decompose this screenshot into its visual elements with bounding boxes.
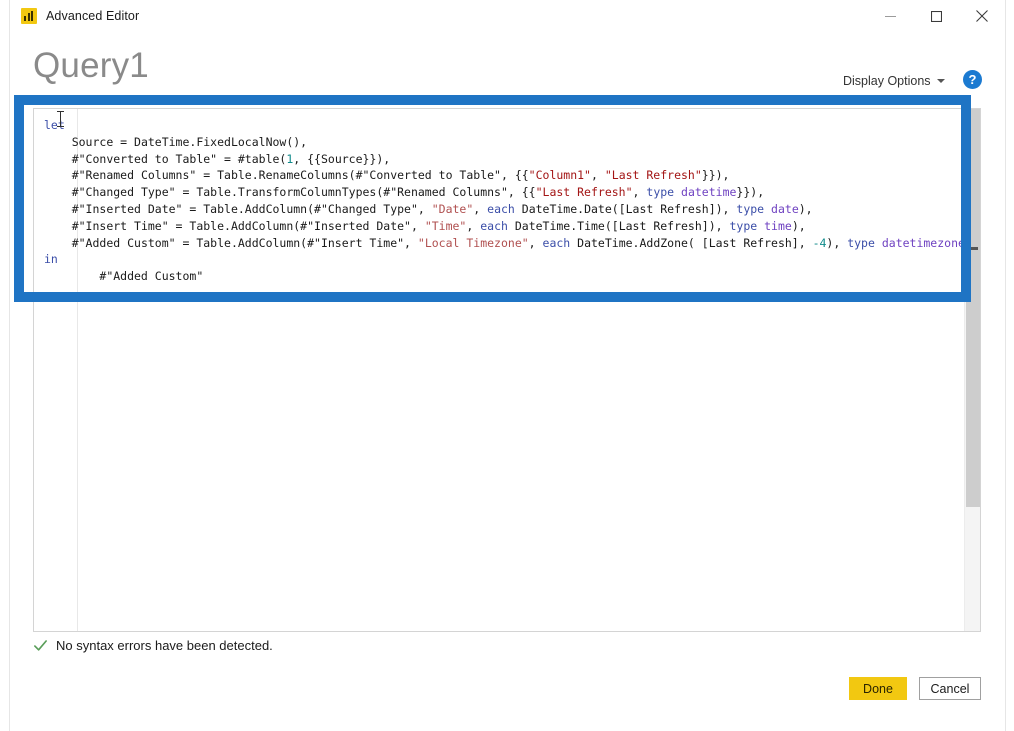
display-options-label: Display Options bbox=[843, 74, 931, 88]
cancel-button[interactable]: Cancel bbox=[919, 677, 981, 700]
code-token-str2: "Time" bbox=[424, 218, 467, 233]
minimize-icon bbox=[884, 15, 896, 17]
editor-scrollbar-thumb[interactable] bbox=[966, 109, 980, 507]
editor-scrollbar[interactable] bbox=[964, 109, 980, 631]
minimize-button[interactable] bbox=[867, 0, 913, 32]
code-line: #"Inserted Date" = Table.AddColumn(#"Cha… bbox=[71, 201, 813, 216]
code-line: #"Insert Time" = Table.AddColumn(#"Inser… bbox=[71, 218, 806, 233]
chevron-down-icon bbox=[936, 79, 945, 83]
syntax-status: No syntax errors have been detected. bbox=[33, 638, 273, 653]
code-token-kw: each bbox=[487, 201, 515, 216]
page-title: Query1 bbox=[33, 46, 149, 85]
code-token-kw: type bbox=[729, 218, 758, 233]
code-token-type: datetime bbox=[681, 185, 737, 200]
code-token-kw: type bbox=[736, 201, 765, 216]
code-token-str: "Column1" bbox=[528, 168, 591, 183]
window-title: Advanced Editor bbox=[46, 9, 140, 23]
maximize-button[interactable] bbox=[913, 0, 959, 32]
close-icon bbox=[976, 10, 988, 22]
code-token-kw: type bbox=[646, 185, 675, 200]
maximize-icon bbox=[930, 10, 942, 22]
code-token-kw: each bbox=[542, 235, 571, 250]
code-line: #"Renamed Columns" = Table.RenameColumns… bbox=[71, 168, 730, 183]
scrollbar-grip bbox=[969, 247, 978, 250]
code-token-kw: type bbox=[847, 235, 875, 250]
code-content[interactable]: let Source = DateTime.FixedLocalNow(), #… bbox=[44, 117, 979, 285]
close-button[interactable] bbox=[959, 0, 1005, 32]
advanced-editor-window: Advanced Editor Query1 Display Options ?… bbox=[0, 0, 1014, 731]
code-token-str: "Last Refresh" bbox=[604, 168, 702, 183]
done-button[interactable]: Done bbox=[849, 677, 907, 700]
display-options-dropdown[interactable]: Display Options bbox=[843, 74, 945, 88]
syntax-status-text: No syntax errors have been detected. bbox=[56, 638, 273, 653]
code-line: #"Converted to Table" = #table(1, {{Sour… bbox=[71, 151, 391, 166]
code-token-num: 1 bbox=[286, 151, 294, 166]
code-line: #"Added Custom" bbox=[99, 269, 204, 284]
power-bi-bar-chart-icon bbox=[21, 8, 37, 24]
code-line: let bbox=[44, 117, 979, 134]
code-token-kw: in bbox=[44, 252, 58, 267]
code-token-str2: "Local Timezone" bbox=[417, 235, 529, 250]
code-token-str2: "Date" bbox=[431, 201, 474, 216]
checkmark-icon bbox=[34, 640, 47, 651]
code-line: Source = DateTime.FixedLocalNow(), bbox=[71, 134, 308, 149]
window-right-edge bbox=[1005, 0, 1006, 731]
code-line: in bbox=[44, 251, 979, 268]
code-token-str: "Last Refresh" bbox=[535, 185, 633, 200]
code-token-num: -4 bbox=[812, 235, 827, 250]
code-token-kw: let bbox=[44, 118, 65, 132]
title-bar: Advanced Editor bbox=[10, 0, 1005, 32]
help-icon[interactable]: ? bbox=[963, 70, 982, 89]
window-left-edge bbox=[9, 0, 10, 731]
code-editor[interactable]: let Source = DateTime.FixedLocalNow(), #… bbox=[33, 108, 981, 632]
code-token-type: date bbox=[771, 201, 799, 216]
code-line: #"Added Custom" = Table.AddColumn(#"Inse… bbox=[71, 235, 979, 250]
code-token-type: time bbox=[764, 218, 792, 233]
code-line: #"Changed Type" = Table.TransformColumnT… bbox=[71, 185, 765, 200]
code-token-type: datetimezone bbox=[881, 235, 965, 250]
code-token-kw: each bbox=[480, 218, 508, 233]
